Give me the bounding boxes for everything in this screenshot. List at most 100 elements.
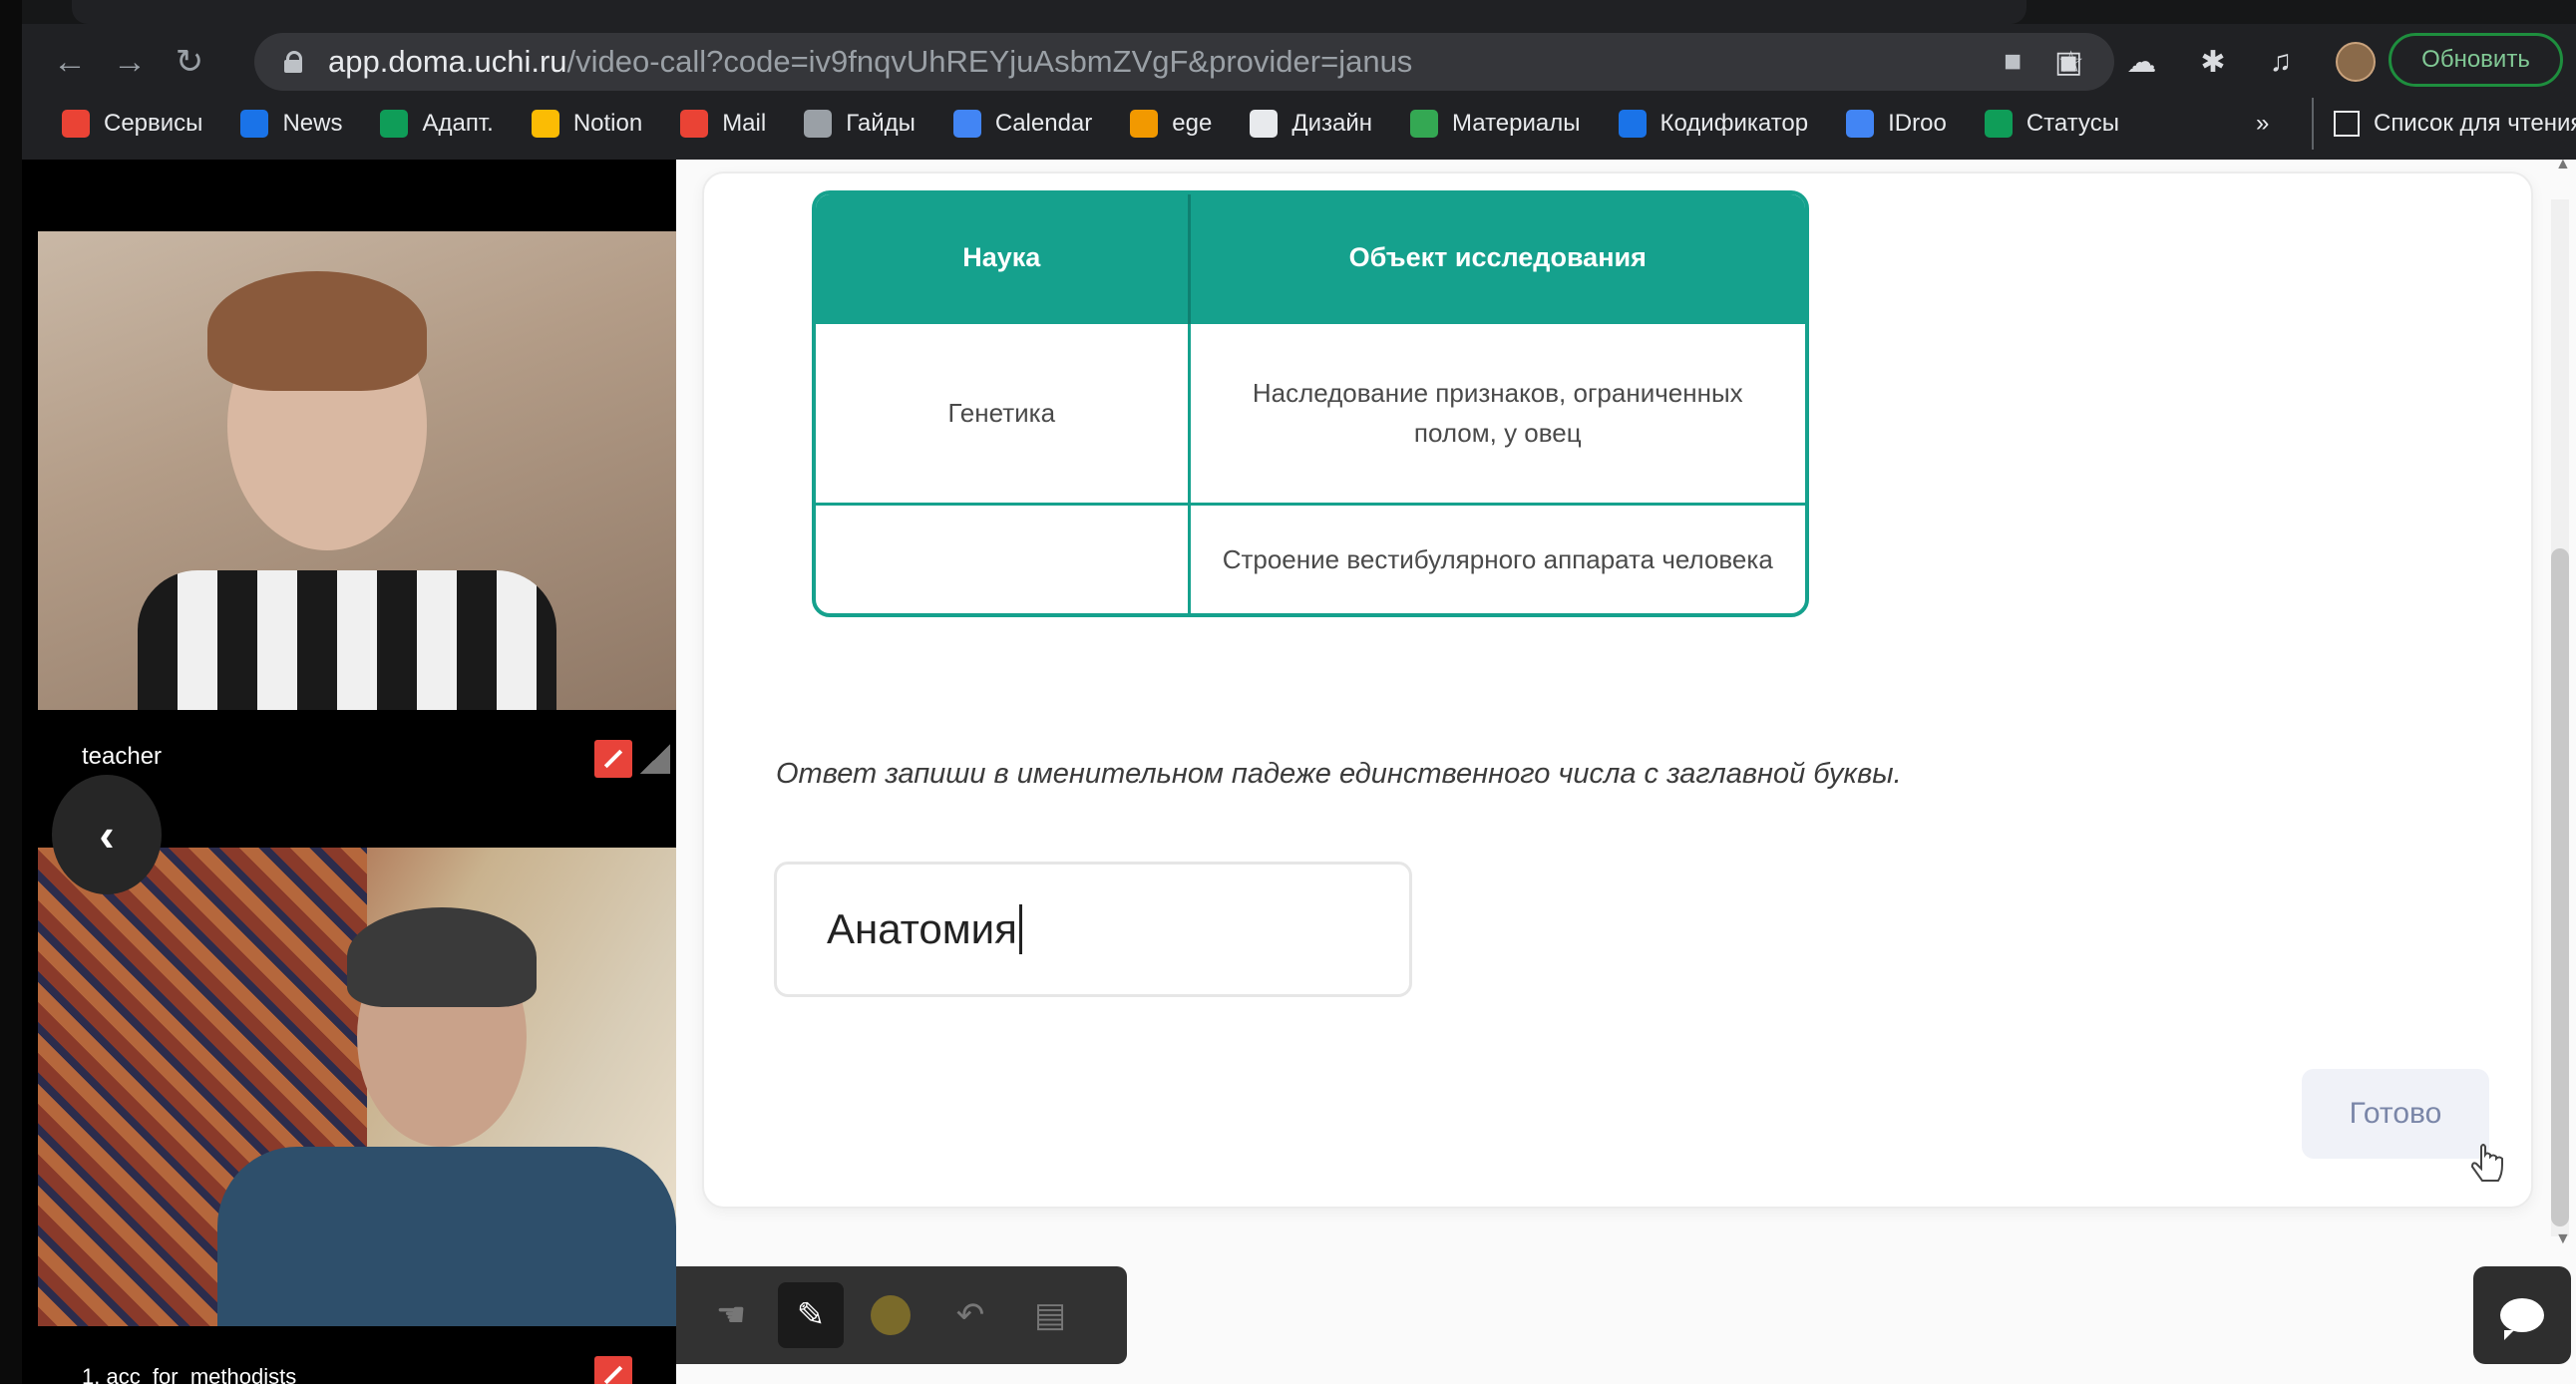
bookmark-label: Кодификатор: [1659, 110, 1809, 137]
bookmark-label: Материалы: [1451, 110, 1581, 137]
bookmark-item[interactable]: Кодификатор: [1618, 110, 1809, 138]
extension-badge-icon[interactable]: ☁: [2126, 45, 2156, 80]
extension-icon[interactable]: ▣: [2054, 45, 2082, 80]
drawing-toolbar: ☚ ✎ ↶ ▤: [676, 1266, 1127, 1364]
more-bookmarks-icon[interactable]: »: [2256, 110, 2269, 138]
hand-icon[interactable]: ☚: [698, 1282, 764, 1348]
bookmark-favicon-icon: [531, 110, 559, 138]
bookmark-label: Дизайн: [1291, 110, 1372, 137]
bookmark-item[interactable]: Mail: [680, 110, 766, 138]
bookmark-item[interactable]: ege: [1130, 110, 1212, 138]
profile-avatar[interactable]: [2336, 42, 2376, 82]
tab-strip: [22, 0, 2576, 24]
bookmark-label: Гайды: [846, 110, 916, 137]
bookmark-favicon-icon: [804, 110, 833, 138]
student-video: [38, 848, 676, 1326]
bookmark-favicon-icon: [680, 110, 709, 138]
reading-list-label: Список для чтения: [2374, 110, 2576, 137]
done-button[interactable]: Готово: [2302, 1069, 2489, 1159]
scroll-up-icon[interactable]: ▲: [2555, 156, 2571, 174]
student-hair: [347, 907, 537, 1007]
bookmark-item[interactable]: Сервисы: [62, 110, 202, 138]
bookmark-item[interactable]: Статусы: [1984, 110, 2119, 138]
left-edge: [0, 0, 22, 1394]
url-host: app.doma.uchi.ru: [328, 44, 567, 79]
table-cell: Строение вестибулярного аппарата человек…: [1189, 503, 1805, 613]
bookmark-item[interactable]: Дизайн: [1250, 110, 1372, 138]
bookmark-favicon-icon: [1130, 110, 1159, 138]
bookmark-label: Notion: [572, 110, 643, 137]
lesson-area: Наука Объект исследования Генетика Насле…: [676, 156, 2576, 1394]
bookmark-favicon-icon: [1846, 110, 1875, 138]
extensions-area: ▣ ☁ ✱ ♫: [2054, 33, 2376, 91]
table-cell-blank: [816, 503, 1191, 613]
address-bar[interactable]: app.doma.uchi.ru/video-call?code=iv9fnqv…: [254, 33, 2114, 91]
bookmark-item[interactable]: News: [240, 110, 342, 138]
answer-input[interactable]: Анатомия: [774, 862, 1412, 997]
table-header-science: Наука: [816, 194, 1191, 322]
chat-bubble-icon: [2500, 1298, 2544, 1340]
nav-buttons: ← → ↻: [40, 38, 219, 86]
camera-icon[interactable]: ■: [2004, 45, 2022, 79]
scroll-down-icon[interactable]: ▼: [2555, 1230, 2571, 1248]
mic-off-icon: [594, 740, 632, 778]
active-tab[interactable]: [72, 0, 2026, 24]
media-icon[interactable]: ♫: [2270, 45, 2293, 79]
bookmark-label: IDroo: [1888, 110, 1947, 137]
bookmark-favicon-icon: [1618, 110, 1647, 138]
bookmark-favicon-icon: [1250, 110, 1279, 138]
reading-list-icon: [2334, 111, 2360, 137]
bookmark-favicon-icon: [952, 110, 981, 138]
bookmark-item[interactable]: Notion: [531, 110, 643, 138]
bookmark-favicon-icon: [1984, 110, 2013, 138]
color-picker[interactable]: [858, 1282, 923, 1348]
bookmark-favicon-icon: [380, 110, 409, 138]
table-cell: Наследование признаков, ограниченных пол…: [1189, 320, 1805, 505]
bookmarks-bar: Сервисы News Адапт. Notion Mail Гайды Calendar…: [22, 98, 2576, 150]
bookmark-label: News: [282, 110, 343, 137]
bookmark-item[interactable]: Calendar: [952, 110, 1093, 138]
bookmark-favicon-icon: [1409, 110, 1438, 138]
save-icon[interactable]: ▤: [1017, 1282, 1083, 1348]
signal-icon: [640, 744, 670, 774]
bookmark-favicon-icon: [62, 110, 90, 138]
bookmark-item[interactable]: Материалы: [1409, 110, 1581, 138]
hand-cursor-icon: [2471, 1144, 2503, 1182]
table-cell: Генетика: [816, 320, 1191, 505]
lock-icon: [284, 51, 302, 73]
participant-name: teacher: [82, 743, 163, 770]
table-header-object: Объект исследования: [1189, 194, 1805, 322]
reading-list[interactable]: Список для чтения: [2312, 98, 2576, 150]
answer-value: Анатомия: [827, 905, 1017, 952]
chevron-left-icon: ‹: [99, 809, 115, 861]
collapse-panel-button[interactable]: ‹: [52, 775, 162, 894]
text-caret: [1018, 904, 1022, 954]
bookmark-label: Сервисы: [104, 110, 203, 137]
science-table: Наука Объект исследования Генетика Насле…: [812, 190, 1809, 617]
reload-icon[interactable]: ↻: [160, 42, 219, 82]
student-shirt: [217, 1147, 676, 1326]
color-swatch: [871, 1295, 911, 1335]
bookmark-label: ege: [1172, 110, 1213, 137]
url-path: /video-call?code=iv9fnqvUhREYjuAsbmZVgF&…: [566, 44, 1413, 79]
bookmark-favicon-icon: [240, 110, 269, 138]
scrollbar-thumb[interactable]: [2551, 548, 2569, 1226]
update-button[interactable]: Обновить: [2389, 33, 2563, 87]
back-arrow-icon[interactable]: ←: [40, 43, 100, 82]
bookmark-label: Адапт.: [422, 110, 494, 137]
forward-arrow-icon[interactable]: →: [100, 43, 160, 82]
chat-button[interactable]: [2473, 1266, 2571, 1364]
bookmark-item[interactable]: IDroo: [1846, 110, 1947, 138]
video-panel: teacher 1. acc_for_methodists ‹: [22, 160, 676, 1394]
bookmark-item[interactable]: Гайды: [804, 110, 916, 138]
teacher-shirt: [138, 570, 556, 710]
teacher-video: [38, 231, 676, 710]
task-card: Наука Объект исследования Генетика Насле…: [702, 172, 2533, 1209]
bookmark-label: Статусы: [2025, 110, 2119, 137]
bottom-edge: [0, 1384, 2576, 1394]
puzzle-icon[interactable]: ✱: [2200, 45, 2225, 80]
pen-icon[interactable]: ✎: [778, 1282, 844, 1348]
bookmark-label: Calendar: [994, 110, 1093, 137]
bookmark-item[interactable]: Адапт.: [380, 110, 494, 138]
undo-icon[interactable]: ↶: [937, 1282, 1003, 1348]
